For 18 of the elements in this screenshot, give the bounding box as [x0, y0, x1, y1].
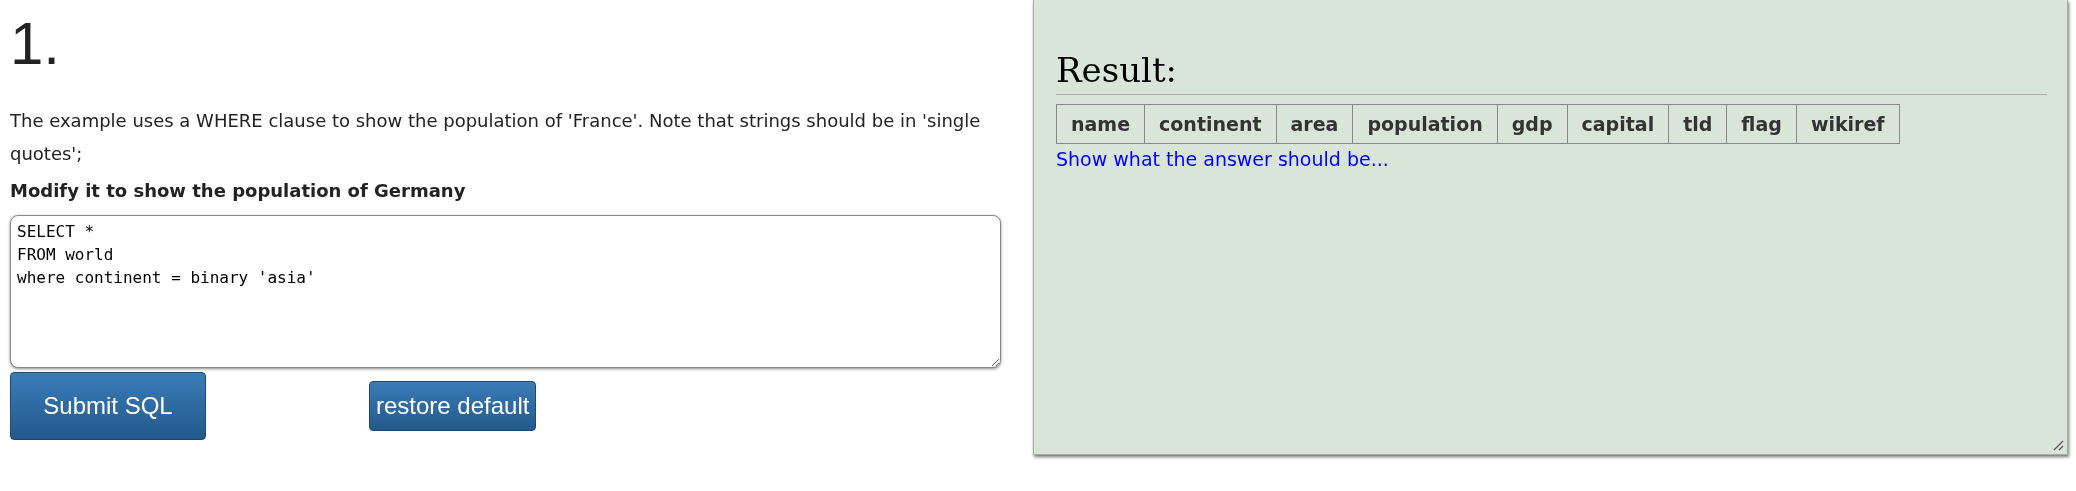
- column-header: name: [1056, 104, 1145, 144]
- resize-grip-icon: [2052, 439, 2064, 451]
- question-number: 1.: [10, 14, 62, 74]
- column-header: continent: [1144, 104, 1276, 144]
- result-title: Result:: [1056, 50, 2047, 95]
- column-header: population: [1352, 104, 1498, 144]
- column-header: area: [1276, 104, 1353, 144]
- task-text: Modify it to show the population of Germany: [10, 180, 467, 201]
- submit-button[interactable]: Submit SQL: [10, 372, 206, 440]
- show-answer-link[interactable]: Show what the answer should be...: [1056, 148, 1389, 170]
- column-header: flag: [1726, 104, 1797, 144]
- column-header: tld: [1668, 104, 1727, 144]
- sql-input-field[interactable]: SELECT * FROM world where continent = binary 'asia': [10, 215, 1001, 368]
- column-header: wikiref: [1796, 104, 1900, 144]
- restore-button[interactable]: restore default: [369, 381, 537, 431]
- column-header: gdp: [1497, 104, 1568, 144]
- column-header: capital: [1567, 104, 1669, 144]
- question-description: The example uses a WHERE clause to show the population of 'France'. Note that strings should be in 'single quotes';: [10, 109, 982, 166]
